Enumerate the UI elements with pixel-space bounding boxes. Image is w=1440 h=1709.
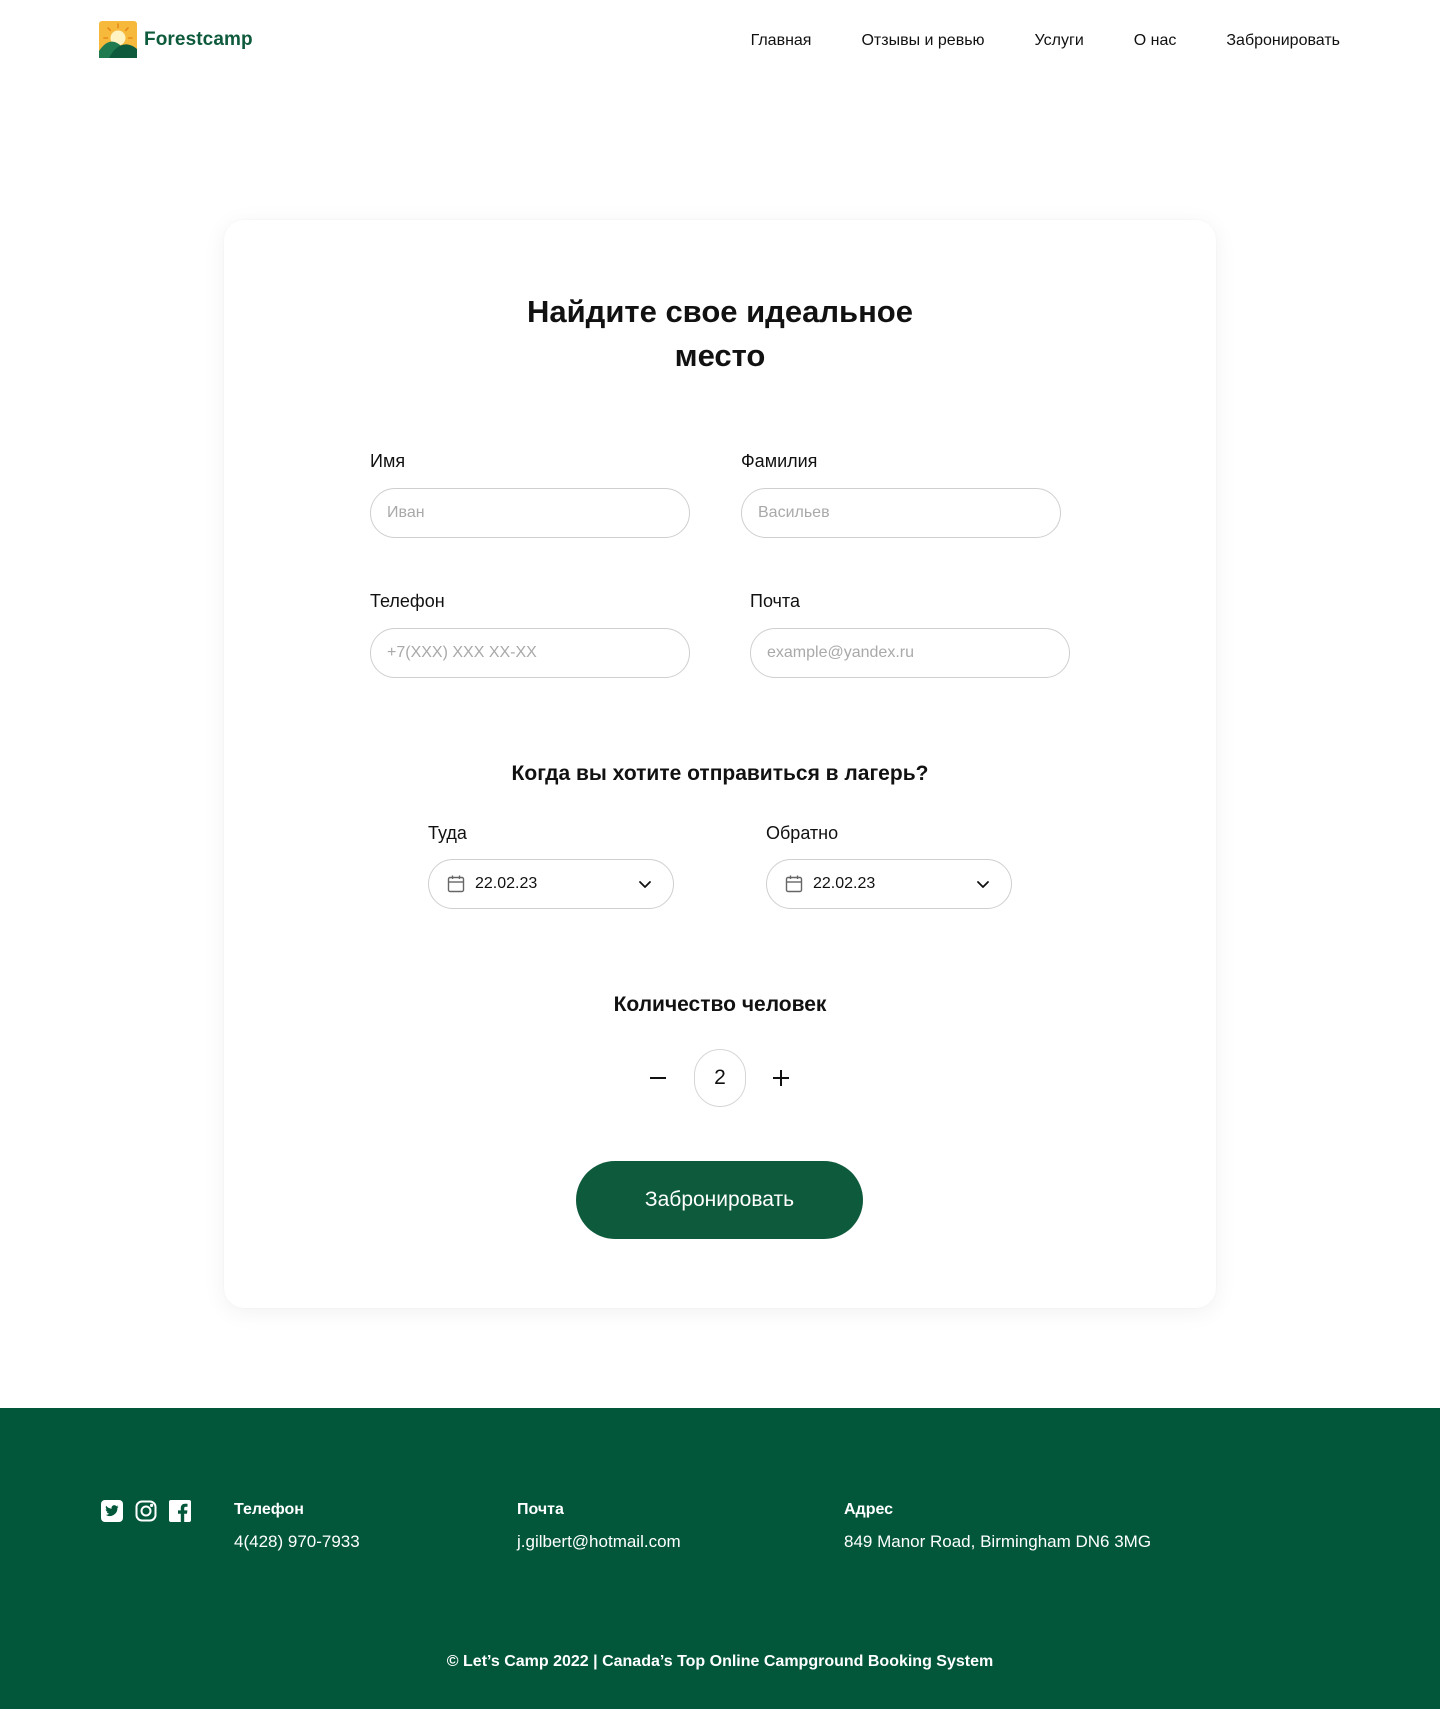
main-nav: Главная Отзывы и ревью Услуги О нас Забр… — [751, 31, 1340, 51]
twitter-icon[interactable] — [101, 1500, 123, 1522]
return-date-value: 22.02.23 — [813, 875, 876, 892]
dates-heading: Когда вы хотите отправиться в лагерь? — [511, 762, 929, 785]
footer-address-title: Адрес — [844, 1501, 894, 1518]
guests-increment-button[interactable] — [765, 1062, 797, 1094]
footer-phone-value[interactable]: 4(428) 970-7933 — [234, 1531, 360, 1553]
book-submit-button[interactable]: Забронировать — [576, 1161, 863, 1239]
chevron-down-icon — [977, 881, 989, 888]
site-header: Forestcamp Главная Отзывы и ревью Услуги… — [0, 0, 1440, 80]
minus-icon — [650, 1077, 666, 1079]
depart-date-label: Туда — [428, 823, 467, 843]
brand-name: Forestcamp — [144, 28, 253, 50]
phone-input[interactable] — [370, 628, 690, 678]
nav-item-about[interactable]: О нас — [1134, 31, 1177, 51]
footer-email-value[interactable]: j.gilbert@hotmail.com — [517, 1531, 681, 1553]
footer-address-value: 849 Manor Road, Birmingham DN6 3MG — [844, 1532, 1152, 1551]
last-name-label: Фамилия — [741, 451, 818, 471]
footer-phone-title: Телефон — [234, 1501, 304, 1518]
first-name-input[interactable] — [370, 488, 690, 538]
chevron-down-icon — [639, 881, 651, 888]
calendar-icon — [447, 875, 465, 893]
calendar-icon — [785, 875, 803, 893]
first-name-label: Имя — [370, 451, 406, 471]
last-name-input[interactable] — [741, 488, 1061, 538]
return-date-select[interactable]: 22.02.23 — [766, 859, 1012, 909]
instagram-icon[interactable] — [135, 1500, 157, 1522]
facebook-icon[interactable] — [169, 1500, 191, 1522]
site-footer: Телефон 4(428) 970-7933 Почта j.gilbert@… — [0, 1408, 1440, 1709]
guests-heading: Количество человек — [613, 993, 827, 1016]
guests-count[interactable]: 2 — [694, 1049, 746, 1107]
footer-email-title: Почта — [517, 1501, 564, 1518]
form-title: Найдите свое идеальное место — [224, 290, 1216, 378]
phone-label: Телефон — [370, 591, 445, 611]
nav-item-reviews[interactable]: Отзывы и ревью — [861, 31, 984, 51]
depart-date-value: 22.02.23 — [475, 875, 538, 892]
booking-form-card: Найдите свое идеальное место Имя Фамилия… — [224, 220, 1216, 1308]
return-date-label: Обратно — [766, 823, 839, 843]
plus-icon — [773, 1070, 789, 1086]
copyright-text: © Let’s Camp 2022 | Canada’s Top Online … — [446, 1653, 994, 1670]
email-label: Почта — [750, 591, 800, 611]
brand-logo[interactable]: Forestcamp — [99, 21, 253, 58]
sun-mountain-logo-icon — [99, 21, 137, 58]
email-input[interactable] — [750, 628, 1070, 678]
nav-item-home[interactable]: Главная — [751, 31, 812, 51]
guests-decrement-button[interactable] — [642, 1062, 674, 1094]
form-title-text: Найдите свое идеальное место — [526, 294, 913, 373]
depart-date-select[interactable]: 22.02.23 — [428, 859, 674, 909]
nav-item-services[interactable]: Услуги — [1035, 31, 1084, 51]
nav-item-book[interactable]: Забронировать — [1226, 31, 1340, 51]
